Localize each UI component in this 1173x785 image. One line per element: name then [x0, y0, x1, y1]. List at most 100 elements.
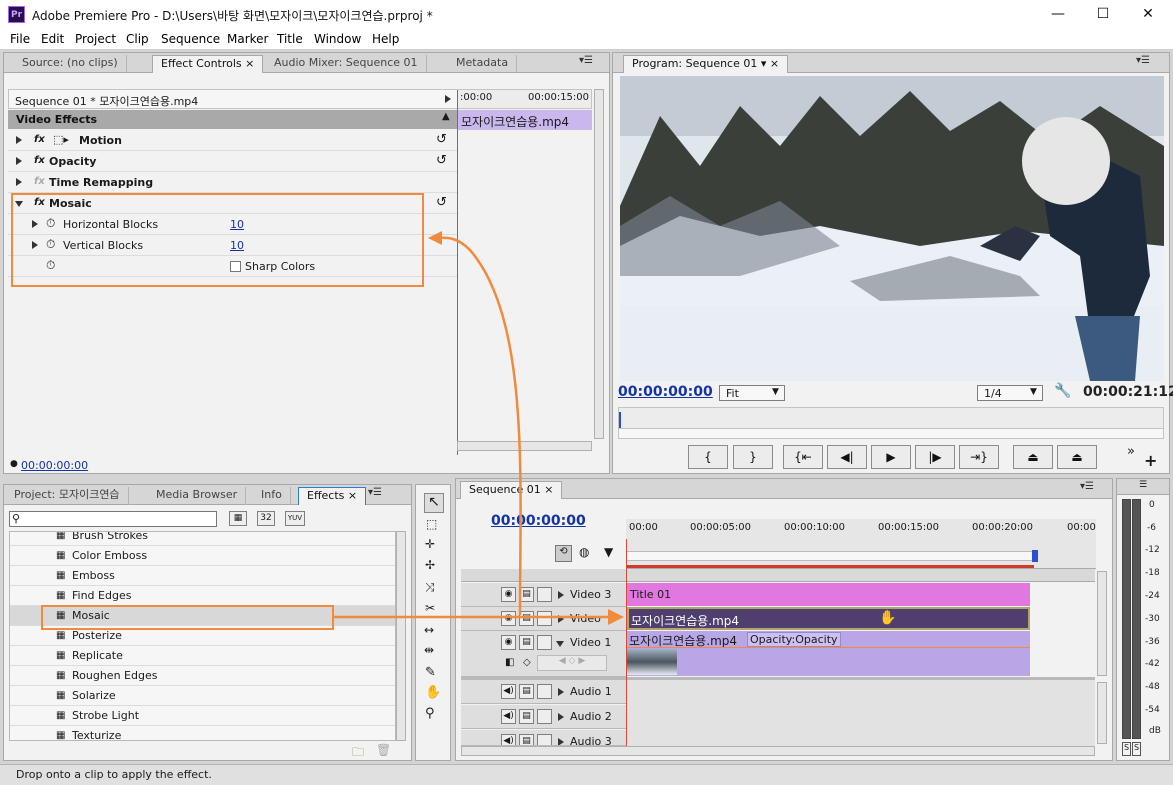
wrench-icon[interactable]: 🔧 — [1054, 383, 1071, 399]
display-style-icon[interactable]: ◧ — [505, 657, 514, 668]
new-folder-icon[interactable]: 🗀 — [352, 743, 364, 764]
effect-timeline-clip[interactable]: 모자이크연습용.mp4 — [457, 110, 592, 130]
collapse-up-icon[interactable]: ▲ — [442, 111, 450, 122]
mark-in-button[interactable]: { — [688, 445, 728, 469]
lift-button[interactable]: ⏏ — [1013, 445, 1053, 469]
solo-right-button[interactable]: S — [1132, 742, 1141, 756]
list-item[interactable]: ▦ Replicate — [10, 646, 395, 666]
minimize-button[interactable]: — — [1035, 0, 1081, 29]
effect-playhead[interactable] — [457, 90, 458, 455]
effect-timeline-hscroll[interactable] — [457, 441, 592, 451]
menu-window[interactable]: Window — [314, 32, 361, 46]
track-lock-icon[interactable] — [537, 635, 552, 650]
dropdown-icon[interactable]: ▾ — [761, 57, 767, 70]
list-item[interactable]: ▦ Texturize — [10, 726, 395, 740]
maximize-button[interactable]: ☐ — [1080, 0, 1126, 29]
menu-marker[interactable]: Marker — [227, 32, 268, 46]
expand-icon[interactable] — [558, 713, 564, 721]
expand-icon[interactable] — [16, 157, 22, 165]
close-tab-icon[interactable]: × — [245, 57, 254, 70]
track-lock-icon[interactable] — [537, 734, 552, 745]
go-to-out-button[interactable]: ⇥} — [959, 445, 999, 469]
track-lock-icon[interactable] — [537, 684, 552, 699]
tab-project[interactable]: Project: 모자이크연습 — [6, 487, 129, 505]
program-scrub-bar[interactable] — [618, 407, 1164, 439]
bit32-effects-icon[interactable]: 32 — [257, 511, 275, 526]
tab-effects[interactable]: Effects × — [298, 487, 367, 505]
list-item[interactable]: ▦ Brush Strokes — [10, 532, 395, 546]
list-item[interactable]: ▦ Strobe Light — [10, 706, 395, 726]
extract-button[interactable]: ⏏ — [1057, 445, 1097, 469]
expand-icon[interactable] — [558, 738, 564, 745]
list-item[interactable]: ▦ Emboss — [10, 566, 395, 586]
sync-lock-icon[interactable]: ▤ — [519, 684, 534, 699]
marker-globe-icon[interactable]: ◍ — [579, 545, 589, 559]
more-controls-icon[interactable]: » — [1127, 444, 1135, 459]
yuv-effects-icon[interactable]: YUV — [285, 511, 305, 526]
accelerated-effects-icon[interactable]: ▦ — [229, 511, 247, 526]
menu-help[interactable]: Help — [372, 32, 399, 46]
zoom-fit-select[interactable]: Fit ▼ — [719, 385, 785, 401]
tab-media-browser[interactable]: Media Browser — [148, 487, 247, 505]
menu-file[interactable]: File — [10, 32, 30, 46]
video2-clip-drop-target[interactable]: 모자이크연습용.mp4 ✋ — [627, 607, 1030, 630]
solo-left-button[interactable]: S — [1122, 742, 1131, 756]
trash-icon[interactable]: 🗑 — [376, 743, 391, 757]
fx-icon[interactable]: fx — [34, 134, 45, 145]
program-current-timecode[interactable]: 00:00:00:00 — [618, 384, 713, 400]
timeline-hscroll[interactable] — [461, 746, 1095, 756]
tab-source[interactable]: Source: (no clips) — [14, 55, 127, 73]
tab-info[interactable]: Info — [253, 487, 291, 505]
keyframe-icon[interactable]: ◇ — [523, 657, 531, 668]
timeline-ruler[interactable]: 00:00 00:00:05:00 00:00:10:00 00:00:15:0… — [626, 519, 1096, 569]
effects-search-input[interactable]: ⚲ — [9, 511, 217, 527]
zoom-tool-icon[interactable]: ⚲ — [425, 706, 435, 721]
list-item[interactable]: ▦ Color Emboss — [10, 546, 395, 566]
panel-menu-icon[interactable]: ☰ — [1139, 480, 1147, 490]
track-lock-icon[interactable] — [537, 587, 552, 602]
video-tracks-vscroll[interactable] — [1097, 571, 1107, 676]
add-marker-icon[interactable]: ▼ — [604, 545, 613, 559]
eye-icon[interactable]: ◉ — [501, 587, 516, 602]
selection-tool-icon[interactable]: ↖ — [424, 493, 444, 513]
expand-icon[interactable] — [558, 615, 564, 623]
list-item[interactable]: ▦ Roughen Edges — [10, 666, 395, 686]
ripple-edit-tool-icon[interactable]: ✛ — [425, 537, 435, 551]
tab-sequence[interactable]: Sequence 01 × — [460, 481, 563, 499]
work-area-bar[interactable] — [626, 551, 1034, 561]
motion-transform-icon[interactable]: ⬚▸ — [53, 133, 69, 146]
fx-icon[interactable]: fx — [34, 155, 45, 166]
list-item[interactable]: ▦ Find Edges — [10, 586, 395, 606]
snap-icon[interactable]: ⟲ — [555, 545, 572, 562]
effect-vscroll[interactable] — [594, 89, 604, 439]
rolling-edit-tool-icon[interactable]: ✢ — [425, 558, 435, 572]
tab-audio-mixer[interactable]: Audio Mixer: Sequence 01 — [266, 55, 427, 73]
video1-clip[interactable]: 모자이크연습용.mp4 Opacity:Opacity — [627, 631, 1030, 676]
expand-icon[interactable] — [16, 136, 22, 144]
step-back-button[interactable]: ◀| — [827, 445, 867, 469]
speaker-icon[interactable]: ◀) — [501, 709, 516, 724]
step-forward-button[interactable]: |▶ — [915, 445, 955, 469]
resolution-select[interactable]: 1/4 ▼ — [977, 385, 1043, 401]
close-button[interactable]: ✕ — [1125, 0, 1171, 29]
panel-menu-icon[interactable]: ▾☰ — [1080, 481, 1094, 492]
show-timeline-icon[interactable] — [445, 95, 451, 103]
razor-tool-icon[interactable]: ✂ — [425, 601, 435, 615]
track-lock-icon[interactable] — [537, 709, 552, 724]
mark-out-button[interactable]: } — [733, 445, 773, 469]
title-clip[interactable]: Title 01 — [627, 583, 1030, 606]
rate-stretch-tool-icon[interactable]: ⤨ — [425, 580, 435, 595]
effect-controls-timecode[interactable]: 00:00:00:00 — [21, 459, 88, 472]
sync-lock-icon[interactable]: ▤ — [519, 635, 534, 650]
effect-row-time-remapping[interactable]: fx Time Remapping — [8, 172, 458, 193]
hand-tool-icon[interactable]: ✋ — [425, 685, 441, 700]
menu-sequence[interactable]: Sequence — [161, 32, 220, 46]
eye-icon[interactable]: ◉ — [501, 635, 516, 650]
eye-icon[interactable]: ◉ — [501, 611, 516, 626]
opacity-line[interactable] — [627, 647, 1030, 648]
reset-icon[interactable]: ↺ — [436, 132, 447, 147]
collapse-icon[interactable] — [556, 641, 564, 647]
panel-menu-icon[interactable]: ▾☰ — [1136, 55, 1150, 66]
tab-metadata[interactable]: Metadata — [448, 55, 518, 73]
menu-title[interactable]: Title — [277, 32, 303, 46]
